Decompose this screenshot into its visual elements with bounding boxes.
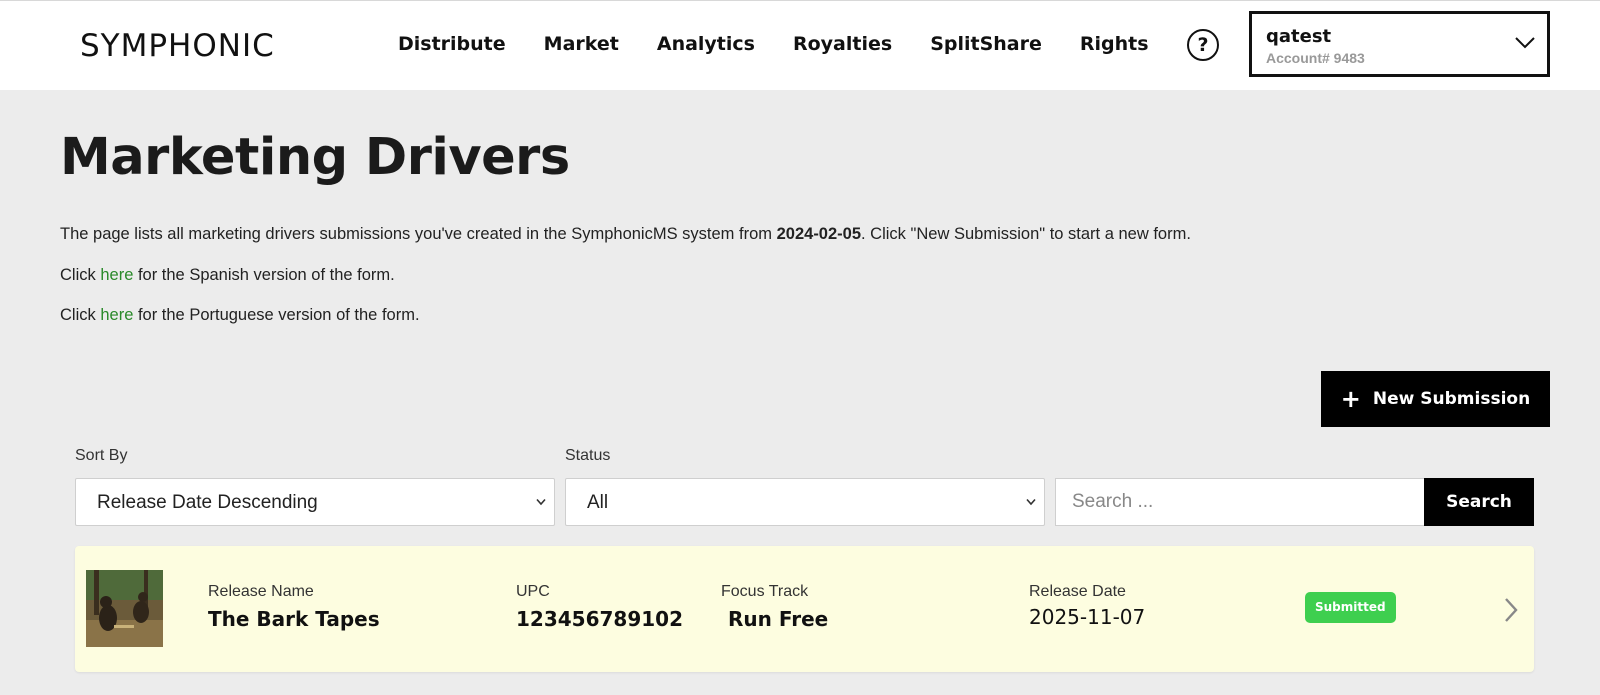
spanish-form-link[interactable]: here [100, 266, 133, 284]
spanish-version-note: Click here for the Spanish version of th… [60, 264, 395, 286]
release-date-value: 2025-11-07 [1029, 605, 1146, 629]
account-name: qatest [1266, 26, 1332, 47]
desc-text: The page lists all marketing drivers sub… [60, 225, 777, 243]
release-artwork-thumbnail [86, 570, 163, 647]
note-text-end: for the Portuguese version of the form. [133, 306, 420, 324]
sort-by-value: Release Date Descending [97, 492, 318, 513]
search-input[interactable] [1055, 478, 1424, 526]
nav-rights[interactable]: Rights [1080, 31, 1149, 57]
nav-splitshare[interactable]: SplitShare [930, 31, 1042, 57]
start-date: 2024-02-05 [776, 225, 862, 243]
account-switcher[interactable]: qatest Account# 9483 [1249, 11, 1550, 77]
symphonic-logo[interactable]: SYMPHONIC [80, 27, 275, 65]
page-description: The page lists all marketing drivers sub… [60, 223, 1191, 245]
nav-royalties[interactable]: Royalties [793, 31, 892, 57]
search-button[interactable]: Search [1424, 478, 1534, 526]
release-name: The Bark Tapes [208, 607, 380, 631]
page-title: Marketing Drivers [60, 128, 570, 187]
sort-by-select[interactable]: Release Date Descending [75, 478, 555, 526]
upc-value: 123456789102 [516, 607, 683, 631]
nav-market[interactable]: Market [544, 31, 619, 57]
status-value: All [587, 492, 609, 513]
status-badge: Submitted [1305, 592, 1396, 623]
chevron-down-icon [536, 498, 546, 506]
nav-analytics[interactable]: Analytics [657, 31, 755, 57]
portuguese-form-link[interactable]: here [100, 306, 133, 324]
plus-icon: + [1340, 385, 1361, 413]
upc-label: UPC [516, 583, 550, 600]
status-select[interactable]: All [565, 478, 1045, 526]
chevron-down-icon [1515, 37, 1535, 49]
help-icon[interactable]: ? [1187, 29, 1219, 61]
nav-distribute[interactable]: Distribute [398, 31, 506, 57]
focus-track-value: Run Free [728, 607, 829, 631]
release-date-label: Release Date [1029, 583, 1126, 600]
main-nav: Distribute Market Analytics Royalties Sp… [398, 31, 1149, 57]
chevron-down-icon [1026, 498, 1036, 506]
portuguese-version-note: Click here for the Portuguese version of… [60, 304, 420, 326]
submission-row[interactable]: Release Name The Bark Tapes UPC 12345678… [75, 546, 1534, 672]
account-number: Account# 9483 [1266, 50, 1365, 66]
top-navigation-bar: SYMPHONIC Distribute Market Analytics Ro… [0, 0, 1600, 90]
focus-track-label: Focus Track [721, 583, 809, 600]
note-text-end: for the Spanish version of the form. [133, 266, 395, 284]
note-text: Click [60, 266, 101, 284]
chevron-right-icon[interactable] [1503, 596, 1519, 624]
note-text: Click [60, 306, 101, 324]
status-label: Status [565, 447, 611, 464]
desc-text-end: . Click "New Submission" to start a new … [861, 225, 1191, 243]
release-name-label: Release Name [208, 583, 314, 600]
new-submission-button[interactable]: + New Submission [1321, 371, 1550, 427]
sort-by-label: Sort By [75, 447, 128, 464]
new-submission-label: New Submission [1372, 389, 1531, 409]
